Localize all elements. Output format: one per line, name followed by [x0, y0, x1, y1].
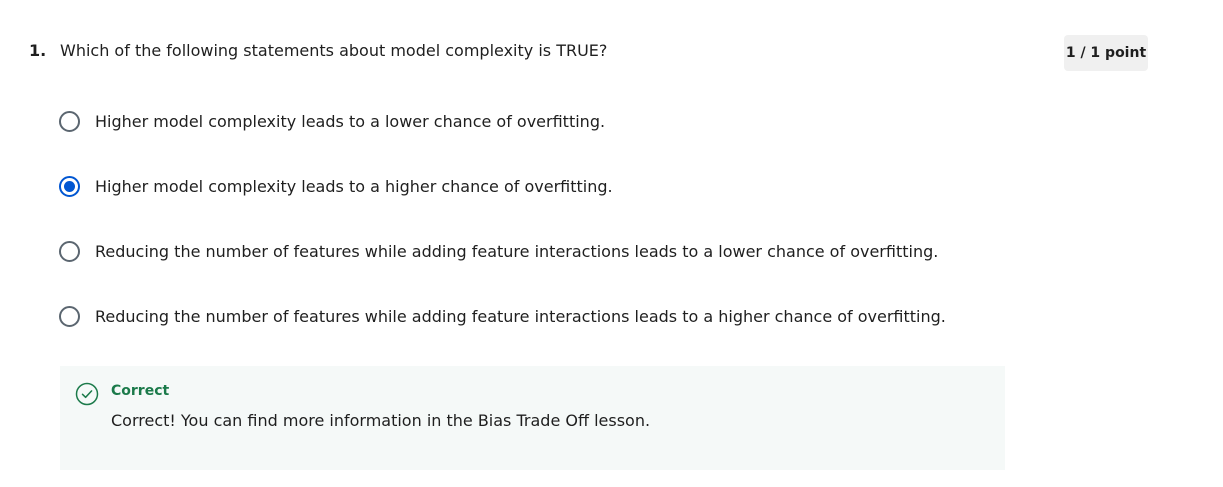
option-label: Higher model complexity leads to a lower…	[95, 111, 606, 131]
option-label: Higher model complexity leads to a highe…	[95, 176, 613, 196]
radio-button-unselected[interactable]	[59, 240, 80, 262]
feedback-title: Correct	[111, 383, 170, 399]
check-circle-icon	[75, 382, 99, 406]
score-badge: 1 / 1 point	[1064, 35, 1148, 71]
option-2[interactable]: Higher model complexity leads to a highe…	[59, 173, 613, 199]
feedback-panel: Correct Correct! You can find more infor…	[60, 366, 1005, 470]
feedback-message: Correct! You can find more information i…	[111, 411, 651, 430]
option-3[interactable]: Reducing the number of features while ad…	[59, 238, 938, 264]
question-text: Which of the following statements about …	[60, 40, 608, 60]
radio-button-selected[interactable]	[59, 175, 80, 197]
question-header: 1. Which of the following statements abo…	[29, 36, 1029, 64]
question-number: 1.	[29, 40, 47, 60]
option-1[interactable]: Higher model complexity leads to a lower…	[59, 108, 605, 134]
radio-button-unselected[interactable]	[59, 110, 80, 132]
option-label: Reducing the number of features while ad…	[95, 241, 939, 261]
radio-button-unselected[interactable]	[59, 305, 80, 327]
option-4[interactable]: Reducing the number of features while ad…	[59, 303, 946, 329]
option-label: Reducing the number of features while ad…	[95, 306, 946, 326]
